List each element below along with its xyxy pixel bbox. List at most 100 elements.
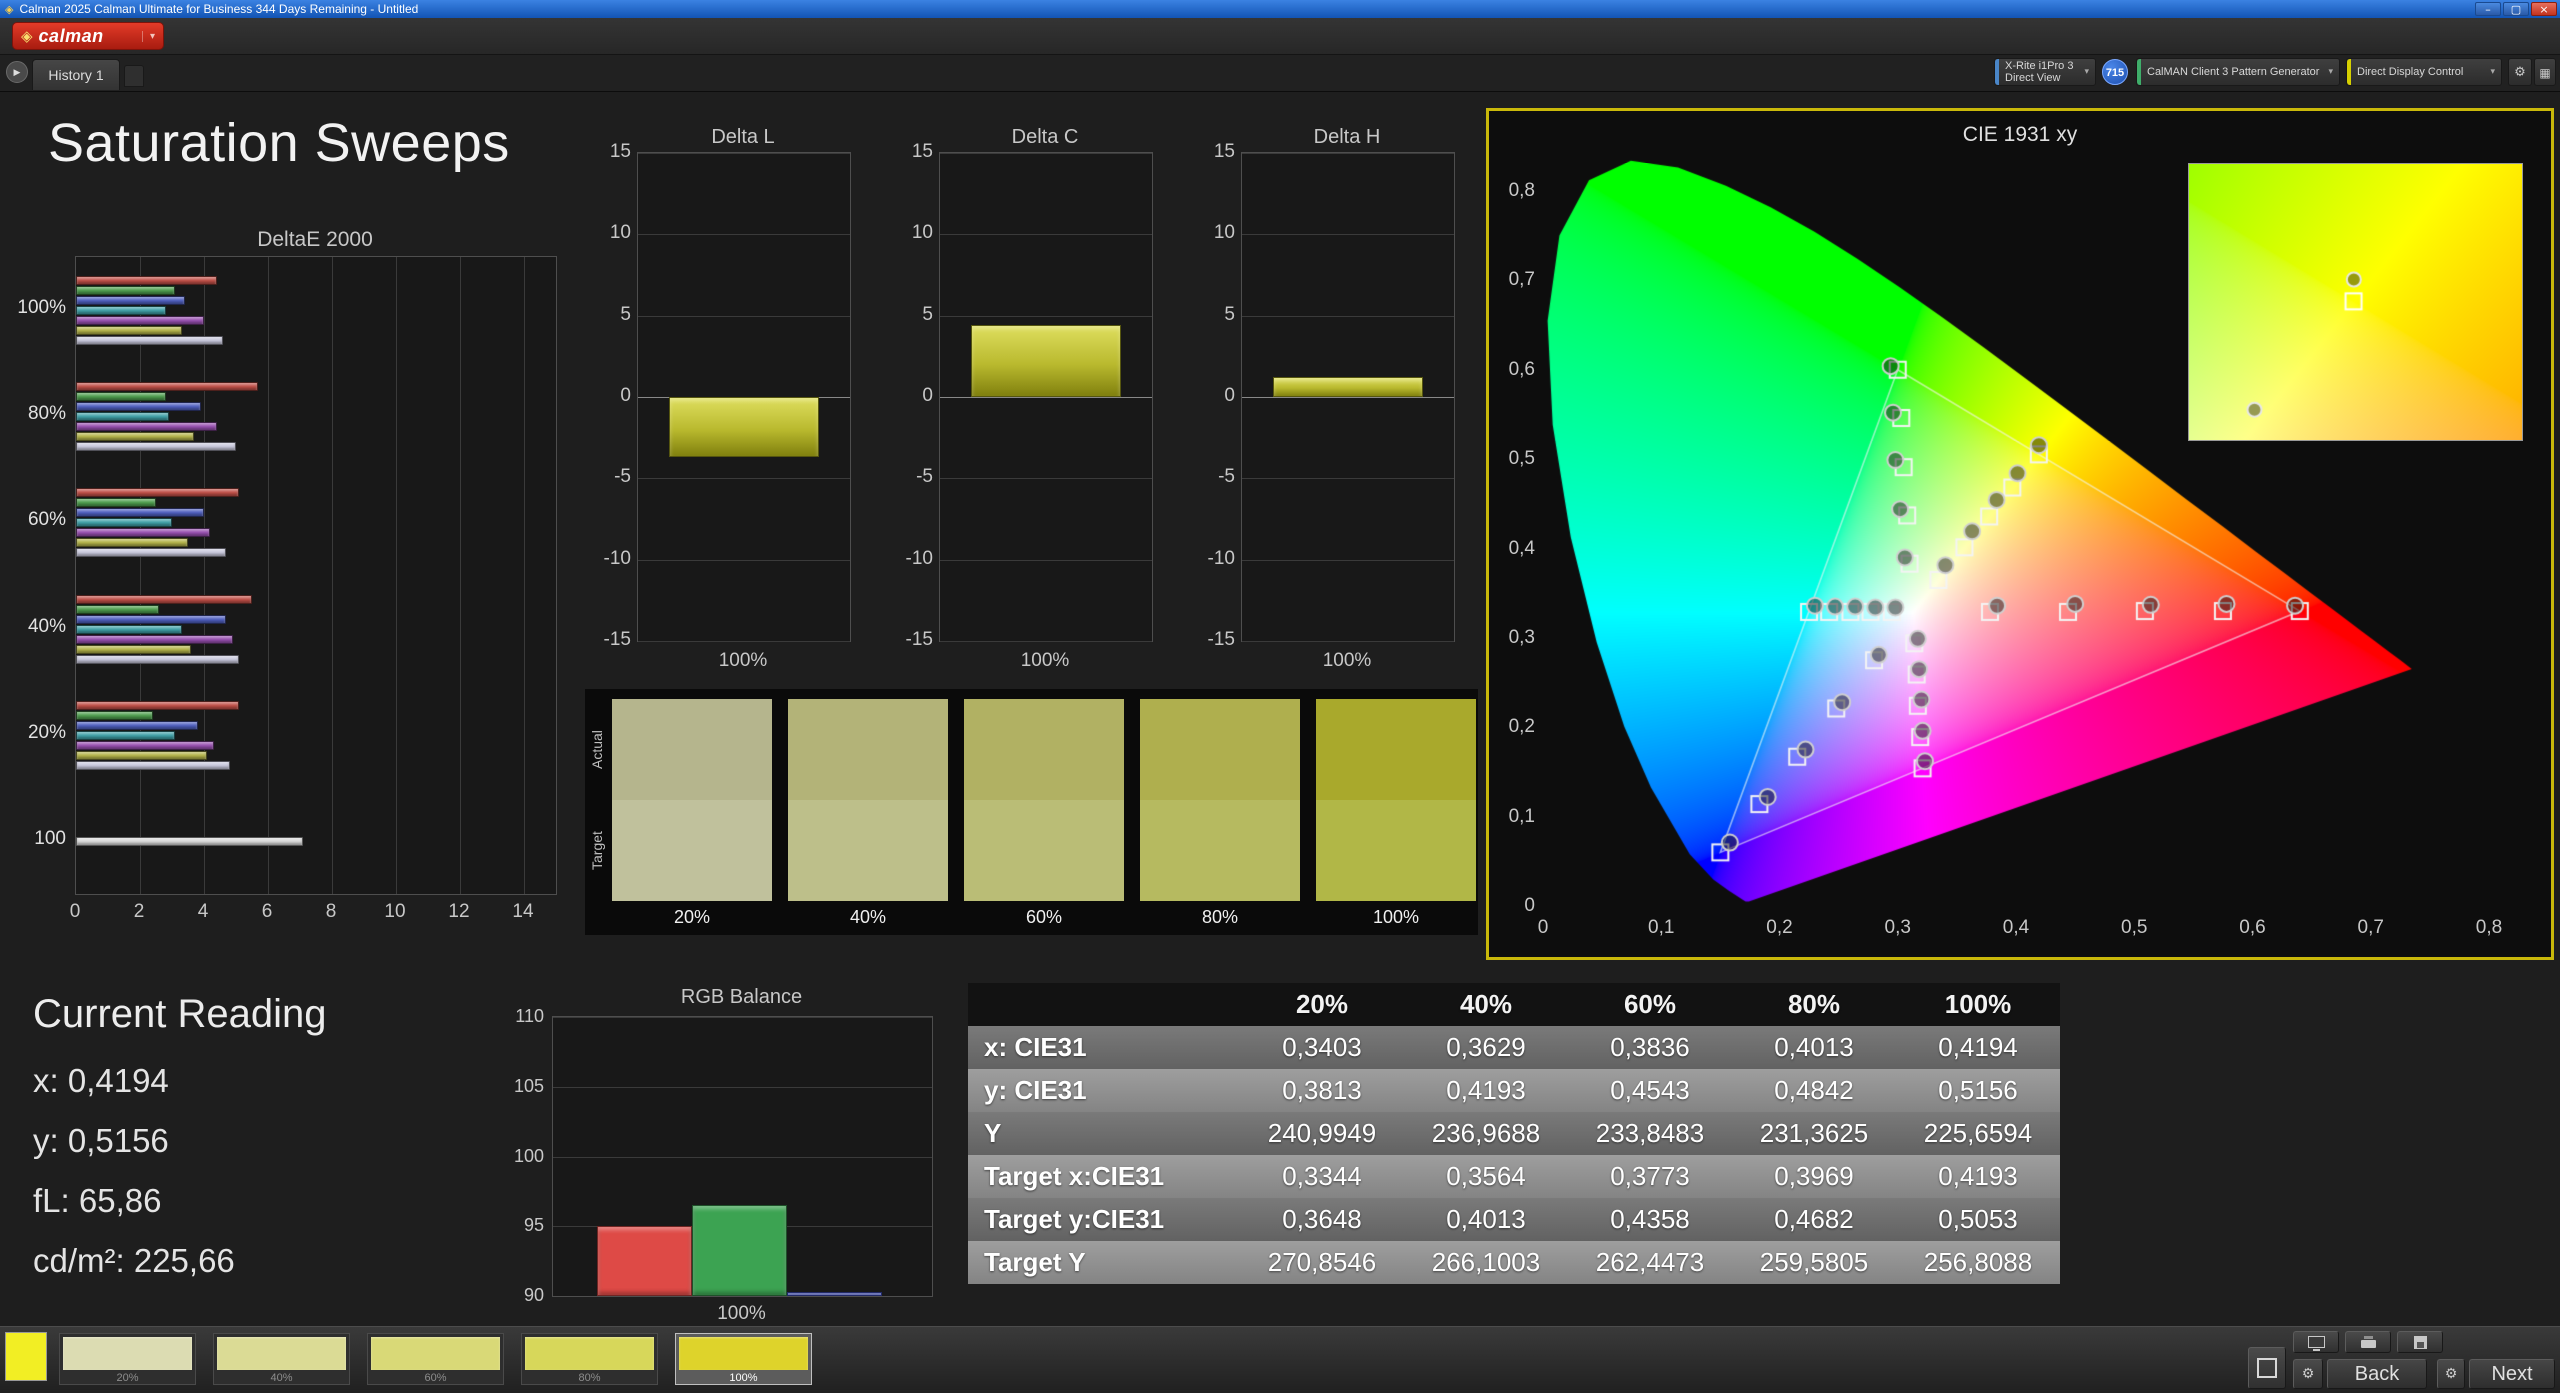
table-column-header: 40%	[1459, 989, 1513, 1019]
cie-y-tick-label: 0,8	[1508, 180, 1535, 201]
table-cell: 0,4194	[1938, 1032, 2018, 1062]
cie-inset-canvas	[2189, 164, 2522, 440]
back-options-gear-button[interactable]: ⚙	[2293, 1359, 2323, 1389]
deltae-gridline	[140, 257, 141, 894]
delta-gridline	[1242, 559, 1454, 561]
pattern-window-icon	[2257, 1358, 2277, 1378]
settings-gear-button[interactable]: ⚙	[2508, 58, 2532, 86]
deltae-bar	[76, 488, 240, 498]
table-column-header: 60%	[1623, 989, 1677, 1019]
deltae-bar	[76, 336, 224, 346]
tab-history-1[interactable]: History 1	[32, 59, 120, 90]
deltae-bar	[76, 836, 304, 846]
pattern-generator-dropdown[interactable]: CalMAN Client 3 Pattern Generator ▾	[2136, 58, 2340, 86]
delta-gridline	[1242, 315, 1454, 317]
save-button[interactable]	[2397, 1331, 2443, 1353]
delta-y-tick-label: -15	[905, 629, 933, 650]
reading-y: y: 0,5156	[33, 1122, 169, 1159]
actual-target-swatch-panel[interactable]: Actual Target 20% 40% 60% 80% 100%	[585, 689, 1478, 935]
deltae-bar	[76, 720, 198, 730]
table-cell: 0,5156	[1938, 1075, 2018, 1105]
bottom-bar: ⚙ Back ⚙ Next 20% 40% 60% 80% 100%	[0, 1326, 2560, 1393]
table-cell: 0,4543	[1610, 1075, 1690, 1105]
deltae-bar	[76, 286, 176, 296]
display-label: Direct Display Control	[2357, 66, 2464, 78]
delta-y-tick-label: 5	[1224, 303, 1235, 325]
layout-grid-button[interactable]: ▦	[2534, 58, 2556, 86]
saturation-level-button[interactable]: 100%	[675, 1333, 812, 1385]
swatch-row-label: Target	[589, 831, 605, 870]
pattern-window-button[interactable]	[2248, 1347, 2286, 1389]
rgb-y-tick-label: 90	[523, 1285, 544, 1305]
table-cell: 231,3625	[1759, 1118, 1869, 1148]
saturation-level-button[interactable]: 60%	[367, 1333, 504, 1385]
minimize-button[interactable]: –	[2475, 2, 2501, 16]
delta-x-axis-label: 100%	[1020, 650, 1070, 671]
meter-connection-badge[interactable]: 715	[2102, 59, 2128, 85]
deltae-bar	[76, 700, 240, 710]
deltae-bar	[76, 422, 217, 432]
display-status-indicator	[2347, 59, 2351, 85]
deltae-x-tick-label: 0	[69, 901, 81, 922]
delta-y-tick-label: 0	[922, 385, 933, 406]
cie-y-tick-label: 0,3	[1508, 626, 1535, 648]
cie-y-tick-label: 0,4	[1508, 537, 1535, 559]
maximize-button[interactable]: ▢	[2503, 2, 2529, 16]
table-cell: 256,8088	[1923, 1247, 2033, 1277]
play-button[interactable]: ▶	[6, 61, 28, 83]
cie-y-tick-label: 0,2	[1508, 716, 1535, 738]
table-row: x: CIE31 0,3403 0,3629 0,3836 0,4013 0,4194	[968, 1026, 2060, 1069]
table-cell: 0,5053	[1938, 1204, 2018, 1234]
cie-1931-chart[interactable]: CIE 1931 xy 0 0,1 0,2 0,3 0,4 0,5 0,6 0,7 0,8 0 0,…	[1489, 111, 2551, 957]
table-cell: 259,5805	[1759, 1247, 1869, 1277]
display-control-dropdown[interactable]: Direct Display Control ▾	[2346, 58, 2502, 86]
rgb-y-tick-label: 95	[523, 1215, 544, 1236]
delta-y-tick-label: 0	[1224, 385, 1235, 406]
print-button[interactable]	[2345, 1331, 2391, 1353]
delta-l-chart[interactable]: Delta L 15 10 5 0 -5 -10 -15 100%	[597, 120, 851, 680]
deltae-bar	[76, 730, 176, 740]
saturation-level-button[interactable]: 20%	[59, 1333, 196, 1385]
delta-c-chart[interactable]: Delta C 15 10 5 0 -5 -10 -15 100%	[899, 120, 1153, 680]
delta-y-tick-label: 10	[1213, 222, 1235, 244]
table-row: Y 240,9949 236,9688 233,8483 231,3625 225,659…	[968, 1112, 2060, 1155]
delta-gridline	[1242, 234, 1454, 236]
rgb-balance-chart[interactable]: RGB Balance 110 105 100 95 90 100%	[500, 980, 960, 1324]
deltae-x-tick-label: 6	[261, 901, 273, 922]
delta-gridline	[1242, 397, 1454, 398]
delta-gridline	[940, 478, 1152, 480]
target-color-swatch	[1316, 800, 1476, 901]
deltae-group-label: 20%	[27, 721, 66, 743]
current-pattern-swatch	[5, 1332, 47, 1381]
cie-x-tick-label: 0,2	[1766, 917, 1793, 938]
deltae-bar	[76, 306, 166, 316]
saturation-level-button[interactable]: 40%	[213, 1333, 350, 1385]
meter-name: X-Rite i1Pro 3	[2005, 60, 2074, 72]
cie-zoom-inset	[2188, 163, 2523, 441]
delta-h-chart[interactable]: Delta H 15 10 5 0 -5 -10 -15 100%	[1201, 120, 1455, 680]
meter-dropdown[interactable]: X-Rite i1Pro 3 Direct View ▾	[1994, 58, 2096, 86]
table-cell: 0,4358	[1610, 1204, 1690, 1234]
table-row-label: y: CIE31	[984, 1075, 1087, 1105]
tab-stub[interactable]	[124, 65, 144, 87]
table-cell: 0,4682	[1774, 1204, 1854, 1234]
back-button[interactable]: Back	[2327, 1359, 2427, 1389]
delta-x-axis-label: 100%	[1322, 650, 1372, 671]
close-button[interactable]: ×	[2531, 2, 2557, 16]
calman-menu-button[interactable]: ◈ calman ▾	[12, 22, 164, 50]
deltae-bar	[76, 276, 217, 286]
next-options-gear-button[interactable]: ⚙	[2437, 1359, 2465, 1389]
next-button[interactable]: Next	[2469, 1359, 2555, 1389]
display-capture-button[interactable]	[2293, 1331, 2339, 1353]
table-row-label: Target Y	[984, 1247, 1086, 1277]
table-column-header: 80%	[1787, 989, 1841, 1019]
table-cell: 0,4842	[1774, 1075, 1854, 1105]
cie-x-tick-label: 0,6	[2239, 917, 2266, 938]
window-title: Calman 2025 Calman Ultimate for Business…	[19, 2, 419, 16]
deltae-2000-chart[interactable]: DeltaE 2000 0 2 4 6 8 10 12 14 100% 80% 60% 40% 20% 1…	[0, 228, 575, 928]
deltae-bar	[76, 442, 236, 452]
cie-x-tick-label: 0,7	[2357, 917, 2384, 938]
saturation-level-button[interactable]: 80%	[521, 1333, 658, 1385]
table-cell: 262,4473	[1595, 1247, 1705, 1277]
table-cell: 233,8483	[1595, 1118, 1705, 1148]
